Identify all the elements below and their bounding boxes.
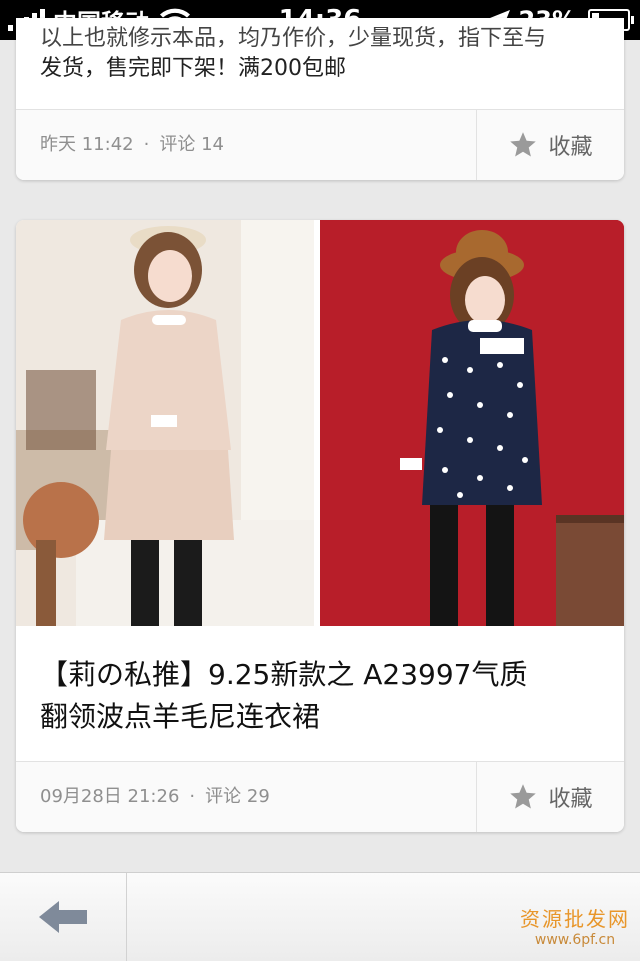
watermark-title: 资源批发网 xyxy=(520,907,630,931)
post-card[interactable]: 【莉の私推】9.25新款之 A23997气质 翻领波点羊毛尼连衣裙 09月28日… xyxy=(16,220,624,832)
favorite-button[interactable]: 收藏 xyxy=(476,110,624,180)
post-title[interactable]: 【莉の私推】9.25新款之 A23997气质 翻领波点羊毛尼连衣裙 xyxy=(40,654,600,738)
comment-count[interactable]: 评论 14 xyxy=(159,134,224,155)
favorite-button[interactable]: 收藏 xyxy=(476,762,624,832)
comment-count[interactable]: 评论 29 xyxy=(205,786,270,807)
post-meta: 昨天 11:42 · 评论 14 xyxy=(40,110,224,180)
post-snippet-line: 发货，售完即下架！满200包邮 xyxy=(40,56,346,81)
photo-illustration xyxy=(320,220,624,626)
post-snippet: 以上也就修示本品，均乃作价，少量现货，指下至与 发货，售完即下架！满200包邮 xyxy=(40,26,600,84)
photo-illustration xyxy=(16,220,314,626)
back-button[interactable] xyxy=(0,873,127,961)
meta-separator: · xyxy=(189,786,196,807)
watermark: 资源批发网 www.6pf.cn xyxy=(520,903,630,948)
bottom-toolbar: 资源批发网 www.6pf.cn xyxy=(0,872,640,961)
star-icon xyxy=(510,132,537,157)
post-time: 09月28日 21:26 xyxy=(40,786,180,807)
post-footer: 昨天 11:42 · 评论 14 收藏 xyxy=(16,109,624,180)
meta-separator: · xyxy=(143,134,150,155)
post-title-line: 【莉の私推】9.25新款之 A23997气质 xyxy=(40,658,528,691)
post-footer: 09月28日 21:26 · 评论 29 收藏 xyxy=(16,761,624,832)
product-photo-pink-dress[interactable] xyxy=(16,220,314,626)
post-title-line: 翻领波点羊毛尼连衣裙 xyxy=(40,700,321,733)
back-arrow-icon xyxy=(39,901,87,933)
watermark-url: www.6pf.cn xyxy=(534,932,616,948)
post-meta: 09月28日 21:26 · 评论 29 xyxy=(40,762,270,832)
post-card[interactable]: 以上也就修示本品，均乃作价，少量现货，指下至与 发货，售完即下架！满200包邮 … xyxy=(16,18,624,180)
post-time: 昨天 11:42 xyxy=(40,134,134,155)
product-photo-navy-dress[interactable] xyxy=(320,220,624,626)
favorite-label: 收藏 xyxy=(548,135,593,160)
post-snippet-cut-line: 以上也就修示本品，均乃作价，少量现货，指下至与 xyxy=(40,26,547,51)
star-icon xyxy=(510,784,537,809)
favorite-label: 收藏 xyxy=(548,787,593,812)
